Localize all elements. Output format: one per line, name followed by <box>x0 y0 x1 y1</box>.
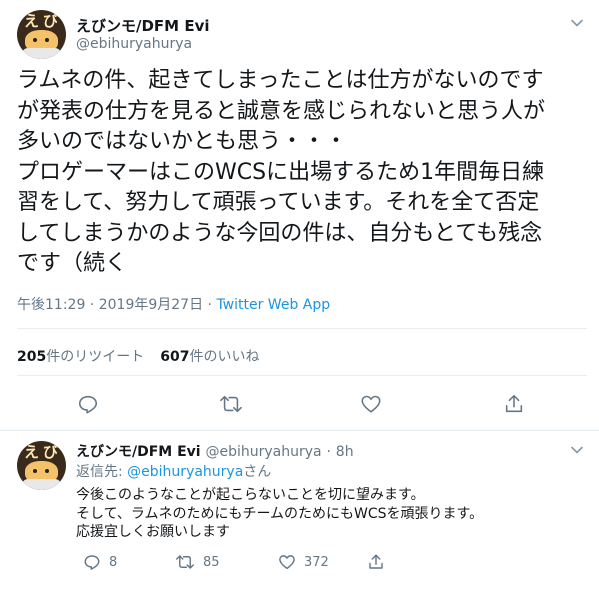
avatar-logo-text: えび <box>24 12 63 30</box>
tweet-text-line: ラムネの件、起きてしまったことは仕方がないのです <box>17 68 544 93</box>
share-button[interactable] <box>367 553 393 571</box>
user-handle[interactable]: @ebihuryahurya <box>76 36 192 52</box>
like-count: 372 <box>304 554 329 570</box>
tweet-text-line: 習をして、努力して頑張っています。それを全て否定 <box>17 190 540 215</box>
reply-button[interactable]: 8 <box>83 553 117 571</box>
tweet-time[interactable]: 午後11:29 <box>17 297 85 313</box>
like-button[interactable] <box>360 393 382 415</box>
tweet-text: ラムネの件、起きてしまったことは仕方がないのです が発表の仕方を見ると誠意を感じ… <box>17 66 587 280</box>
tweet-age[interactable]: 8h <box>336 444 354 460</box>
divider <box>17 375 587 376</box>
reply-count: 8 <box>109 554 118 570</box>
tweet-date[interactable]: 2019年9月27日 <box>99 297 203 313</box>
retweet-count: 85 <box>203 554 220 570</box>
tweet-text-line: 多いのではないかとも思う・・・ <box>17 129 348 154</box>
heart-icon <box>361 395 381 413</box>
avatar-logo-text: えび <box>24 443 63 461</box>
meta-separator: · <box>326 444 331 460</box>
like-stat[interactable]: 607件のいいね <box>160 349 259 365</box>
retweet-icon <box>220 395 242 413</box>
reply-icon <box>84 555 100 570</box>
retweet-button[interactable]: 85 <box>175 553 220 571</box>
tweet-text-line: してしまうかのような今回の件は、自分もとても残念 <box>17 220 543 246</box>
display-name[interactable]: えびンモ/DFM Evi <box>76 444 201 460</box>
divider <box>17 328 587 329</box>
display-name[interactable]: えびンモ/DFM Evi <box>76 15 210 36</box>
avatar[interactable]: えび <box>17 10 66 59</box>
chevron-down-icon[interactable] <box>569 443 585 459</box>
source-app-link[interactable]: Twitter Web App <box>216 297 330 313</box>
tweet-meta: 午後11:29 · 2019年9月27日 · Twitter Web App <box>17 294 330 314</box>
tweet-text-line: です（続く <box>17 251 128 276</box>
meta-separator: · <box>89 297 95 313</box>
tweet-text-line: が発表の仕方を見ると誠意を感じられないと思う人が <box>17 98 546 124</box>
retweet-icon <box>176 555 194 569</box>
share-button[interactable] <box>503 393 525 415</box>
chevron-down-icon[interactable] <box>569 16 585 32</box>
reply-text-line: そして、ラムネのためにもチームのためにもWCSを頑張ります。 <box>76 505 484 522</box>
user-handle[interactable]: @ebihuryahurya <box>205 444 321 460</box>
reply-button[interactable] <box>77 393 99 415</box>
replying-to: 返信先: @ebihuryahuryaさん <box>76 464 272 480</box>
retweet-button[interactable] <box>219 393 243 415</box>
retweet-stat[interactable]: 205件のリツイート <box>17 349 144 365</box>
tweet-text-line: プロゲーマーはこのWCSに出場するため1年間毎日練 <box>17 159 545 185</box>
meta-separator: · <box>207 297 212 313</box>
avatar[interactable]: えび <box>17 441 66 490</box>
reply-text: 今後このようなことが起こらないことを切に望みます。 そして、ラムネのためにもチー… <box>76 486 483 542</box>
reply-text-line: 今後このようなことが起こらないことを切に望みます。 <box>76 487 425 503</box>
mention-link[interactable]: @ebihuryahurya <box>127 464 243 480</box>
heart-icon <box>279 555 295 570</box>
tweet-stats: 205件のリツイート 607件のいいね <box>17 346 259 366</box>
share-icon <box>369 554 383 569</box>
like-button[interactable]: 372 <box>278 553 329 571</box>
main-tweet: えび えびンモ/DFM Evi @ebihuryahurya ラムネの件、起きて… <box>0 0 599 431</box>
reply-header: えびンモ/DFM Evi @ebihuryahurya · 8h <box>76 441 354 461</box>
share-icon <box>505 394 523 413</box>
reply-icon <box>78 395 98 414</box>
reply-text-line: 応援宜しくお願いします <box>76 524 230 540</box>
